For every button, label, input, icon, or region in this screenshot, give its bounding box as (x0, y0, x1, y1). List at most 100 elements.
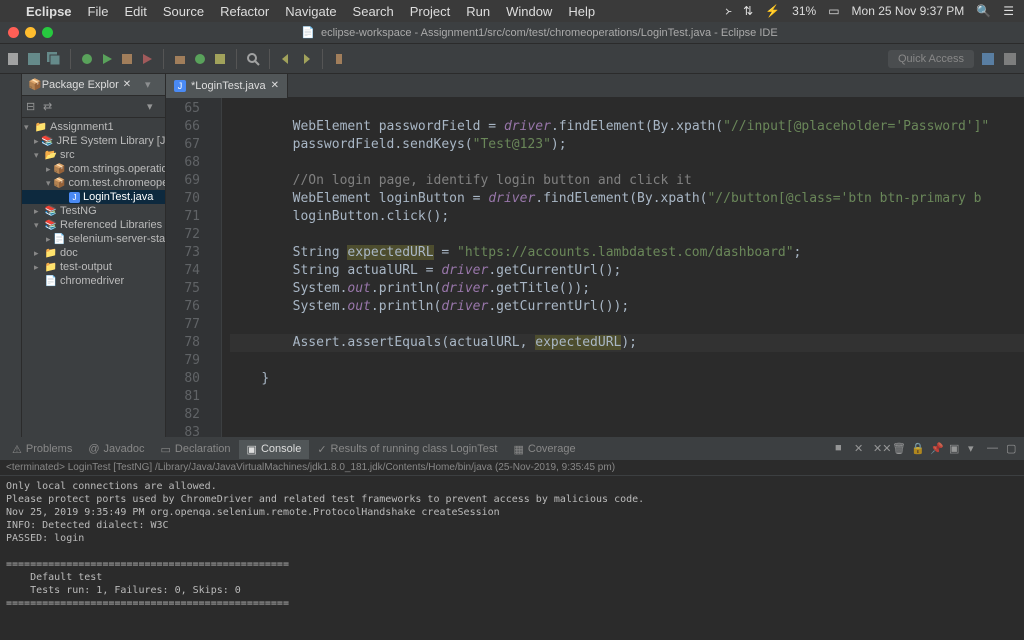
expand-arrow-icon[interactable]: ▸ (46, 164, 51, 175)
save-icon[interactable] (26, 51, 42, 67)
console-output[interactable]: Only local connections are allowed. Plea… (0, 476, 1024, 640)
expand-arrow-icon[interactable]: ▾ (34, 150, 42, 161)
expand-arrow-icon[interactable]: ▸ (34, 206, 42, 217)
tree-item[interactable]: ▾Assignment1 (22, 120, 165, 134)
editor-tabs: *LoginTest.java ✕ (166, 74, 1024, 98)
tree-item[interactable]: ▸com.strings.operation (22, 162, 165, 176)
tree-item-label: src (60, 149, 75, 161)
view-menu-icon[interactable]: ▾ (147, 100, 161, 114)
collapse-all-icon[interactable]: ⊟ (26, 100, 40, 114)
back-icon[interactable] (278, 51, 294, 67)
expand-arrow-icon[interactable]: ▾ (24, 122, 32, 133)
maximize-view-icon[interactable]: ▢ (1006, 442, 1020, 456)
pin-console-icon[interactable]: 📌 (930, 442, 944, 456)
close-window-button[interactable] (8, 27, 19, 38)
expand-arrow-icon[interactable]: ▸ (34, 136, 39, 147)
link-editor-icon[interactable]: ⇄ (43, 100, 57, 114)
tab-results[interactable]: ✓Results of running class LoginTest (309, 440, 505, 459)
console-header: <terminated> LoginTest [TestNG] /Library… (0, 460, 1024, 476)
bluetooth-icon[interactable]: ᚛ (725, 4, 731, 18)
run-icon[interactable] (99, 51, 115, 67)
close-tab-icon[interactable]: ✕ (271, 80, 279, 91)
expand-arrow-icon[interactable]: ▾ (34, 220, 42, 231)
code-content[interactable]: WebElement passwordField = driver.findEl… (222, 98, 1024, 437)
tab-declaration[interactable]: ▭Declaration (153, 440, 239, 459)
java-perspective-icon[interactable] (980, 51, 996, 67)
project-tree[interactable]: ▾Assignment1 ▸ JRE System Library [Java ▾ sr… (22, 118, 165, 290)
perspective-icon[interactable] (1002, 51, 1018, 67)
spotlight-icon[interactable]: 🔍 (976, 4, 991, 18)
remove-launch-icon[interactable]: ✕ (854, 442, 868, 456)
forward-icon[interactable] (298, 51, 314, 67)
restore-view-icon[interactable] (3, 78, 19, 94)
minimize-window-button[interactable] (25, 27, 36, 38)
menu-navigate[interactable]: Navigate (285, 4, 336, 19)
tree-item[interactable]: ▸ selenium-server-stan (22, 232, 165, 246)
menu-search[interactable]: Search (353, 4, 394, 19)
remove-all-icon[interactable]: ✕✕ (873, 442, 887, 456)
tree-item-label: selenium-server-stan (69, 233, 165, 245)
src-icon (45, 149, 57, 161)
expand-arrow-icon[interactable]: ▸ (46, 234, 51, 245)
quick-access-input[interactable]: Quick Access (888, 50, 974, 68)
package-explorer-view: 📦 Package Explor ✕ ▾ ⊟ ⇄ ▾ ▾Assignment1▸… (22, 74, 166, 437)
maximize-window-button[interactable] (42, 27, 53, 38)
run-last-icon[interactable] (139, 51, 155, 67)
menu-edit[interactable]: Edit (124, 4, 146, 19)
editor-tab-logintest[interactable]: *LoginTest.java ✕ (166, 74, 288, 98)
new-icon[interactable] (6, 51, 22, 67)
display-console-icon[interactable]: ▣ (949, 442, 963, 456)
menu-run[interactable]: Run (466, 4, 490, 19)
package-explorer-tab[interactable]: 📦 Package Explor ✕ ▾ (22, 74, 165, 96)
menu-source[interactable]: Source (163, 4, 204, 19)
tree-item[interactable]: ▸test-output (22, 260, 165, 274)
view-menu-icon[interactable]: ▾ (145, 78, 159, 92)
search-icon[interactable] (245, 51, 261, 67)
menu-help[interactable]: Help (568, 4, 595, 19)
tab-problems[interactable]: ⚠Problems (4, 440, 80, 459)
datetime[interactable]: Mon 25 Nov 9:37 PM (852, 4, 965, 18)
debug-icon[interactable] (79, 51, 95, 67)
tree-item[interactable]: LoginTest.java (22, 190, 165, 204)
expand-arrow-icon[interactable]: ▸ (34, 248, 42, 259)
tree-item[interactable]: ▾ src (22, 148, 165, 162)
tree-item-label: JRE System Library [Java (57, 135, 165, 147)
tab-console[interactable]: ▣Console (239, 440, 310, 459)
save-all-icon[interactable] (46, 51, 62, 67)
app-menu[interactable]: Eclipse (26, 4, 72, 19)
main-toolbar: Quick Access (0, 44, 1024, 74)
expand-arrow-icon[interactable]: ▾ (46, 178, 51, 189)
fold-gutter[interactable] (208, 98, 222, 437)
pin-icon[interactable] (331, 51, 347, 67)
tree-item[interactable]: ▸ JRE System Library [Java (22, 134, 165, 148)
tab-javadoc[interactable]: @Javadoc (80, 440, 152, 458)
console-icon: ▣ (247, 443, 257, 456)
wifi-icon[interactable]: ⇅ (743, 4, 753, 18)
open-type-icon[interactable] (212, 51, 228, 67)
editor-body[interactable]: 65 66 67 68 69 70 71 72 73 74 75 76 77 7… (166, 98, 1024, 437)
menu-window[interactable]: Window (506, 4, 552, 19)
traffic-lights (8, 27, 53, 38)
expand-arrow-icon[interactable]: ▸ (34, 262, 42, 273)
battery-icon[interactable]: ⚡ (765, 4, 780, 18)
new-package-icon[interactable] (172, 51, 188, 67)
close-view-icon[interactable]: ✕ (123, 79, 131, 90)
tab-coverage[interactable]: ▦Coverage (505, 440, 583, 459)
menu-project[interactable]: Project (410, 4, 450, 19)
tree-item[interactable]: ▸TestNG (22, 204, 165, 218)
menu-refactor[interactable]: Refactor (220, 4, 269, 19)
minimize-view-icon[interactable]: — (987, 442, 1001, 456)
clear-console-icon[interactable]: 🗑 (892, 442, 906, 456)
terminate-icon[interactable]: ■ (835, 442, 849, 456)
menu-file[interactable]: File (88, 4, 109, 19)
tree-item[interactable]: ▾Referenced Libraries (22, 218, 165, 232)
notification-center-icon[interactable]: ☰ (1003, 4, 1014, 18)
coverage-icon[interactable] (119, 51, 135, 67)
new-class-icon[interactable] (192, 51, 208, 67)
scroll-lock-icon[interactable]: 🔒 (911, 442, 925, 456)
tree-item[interactable]: chromedriver (22, 274, 165, 288)
open-console-icon[interactable]: ▾ (968, 442, 982, 456)
tree-item[interactable]: ▾com.test.chromeoper (22, 176, 165, 190)
tree-item[interactable]: ▸doc (22, 246, 165, 260)
tree-item-label: chromedriver (60, 275, 124, 287)
